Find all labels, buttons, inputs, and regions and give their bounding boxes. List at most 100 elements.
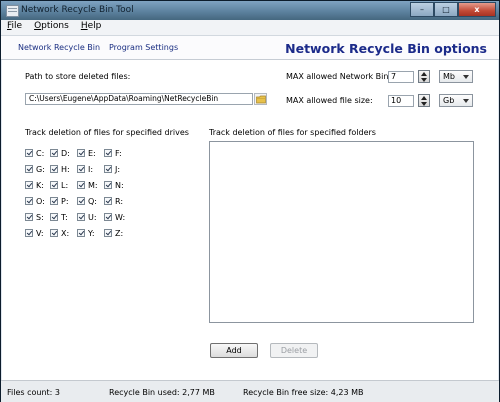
drive-label: G: <box>36 164 45 174</box>
menu-bar: File Options Help <box>1 20 499 36</box>
delete-button[interactable]: Delete <box>270 343 318 358</box>
path-input[interactable]: C:\Users\Eugene\AppData\Roaming\NetRecyc… <box>25 93 253 105</box>
checkbox-checked-icon[interactable] <box>50 213 58 221</box>
checkbox-checked-icon[interactable] <box>25 229 33 237</box>
drive-label: Y: <box>88 228 95 238</box>
drive-checkbox[interactable]: D: <box>50 148 70 158</box>
drive-checkbox[interactable]: Z: <box>104 228 123 238</box>
checkbox-checked-icon[interactable] <box>104 229 112 237</box>
drive-checkbox[interactable]: F: <box>104 148 122 158</box>
drive-checkbox[interactable]: C: <box>25 148 44 158</box>
drive-label: P: <box>61 196 69 206</box>
max-bin-size-stepper[interactable] <box>418 70 430 83</box>
path-label: Path to store deleted files: <box>25 72 131 81</box>
drive-checkbox[interactable]: K: <box>25 180 44 190</box>
drive-label: S: <box>36 212 44 222</box>
drive-checkbox[interactable]: O: <box>25 196 45 206</box>
drive-checkbox[interactable]: U: <box>77 212 97 222</box>
bin-free-status: Recycle Bin free size: 4,23 MB <box>243 388 364 397</box>
checkbox-checked-icon[interactable] <box>50 165 58 173</box>
folders-label: Track deletion of files for specified fo… <box>209 128 376 137</box>
checkbox-checked-icon[interactable] <box>50 197 58 205</box>
drive-checkbox[interactable]: J: <box>104 164 120 174</box>
max-bin-unit-select[interactable]: Mb <box>439 70 473 83</box>
drive-label: M: <box>88 180 98 190</box>
folders-list[interactable] <box>209 141 474 323</box>
drive-label: H: <box>61 164 70 174</box>
max-bin-size-input[interactable]: 7 <box>388 71 414 83</box>
drive-label: I: <box>88 164 94 174</box>
title-bar[interactable]: Network Recycle Bin Tool – □ x <box>1 1 499 20</box>
tab-network-recycle-bin[interactable]: Network Recycle Bin <box>18 43 100 52</box>
checkbox-checked-icon[interactable] <box>50 229 58 237</box>
checkbox-checked-icon[interactable] <box>77 197 85 205</box>
max-file-size-stepper[interactable] <box>418 94 430 107</box>
bin-used-status: Recycle Bin used: 2,77 MB <box>109 388 215 397</box>
drives-label: Track deletion of files for specified dr… <box>25 128 189 137</box>
drive-label: W: <box>115 212 126 222</box>
checkbox-checked-icon[interactable] <box>25 149 33 157</box>
checkbox-checked-icon[interactable] <box>50 181 58 189</box>
drive-label: T: <box>61 212 68 222</box>
drive-checkbox[interactable]: M: <box>77 180 98 190</box>
menu-file[interactable]: File <box>1 20 28 35</box>
checkbox-checked-icon[interactable] <box>104 165 112 173</box>
drive-checkbox[interactable]: I: <box>77 164 93 174</box>
drive-label: E: <box>88 148 96 158</box>
drive-label: K: <box>36 180 44 190</box>
max-file-size-label: MAX allowed file size: <box>286 96 373 105</box>
checkbox-checked-icon[interactable] <box>25 165 33 173</box>
drive-label: N: <box>115 180 124 190</box>
checkbox-checked-icon[interactable] <box>25 213 33 221</box>
maximize-button[interactable]: □ <box>434 2 458 17</box>
drive-checkbox[interactable]: Y: <box>77 228 95 238</box>
drive-checkbox[interactable]: L: <box>50 180 68 190</box>
app-window: Network Recycle Bin Tool – □ x File Opti… <box>0 0 500 402</box>
drive-checkbox[interactable]: P: <box>50 196 69 206</box>
checkbox-checked-icon[interactable] <box>104 213 112 221</box>
max-file-unit-select[interactable]: Gb <box>439 94 473 107</box>
close-button[interactable]: x <box>458 2 496 17</box>
browse-folder-button[interactable] <box>254 93 267 105</box>
checkbox-checked-icon[interactable] <box>77 213 85 221</box>
checkbox-checked-icon[interactable] <box>104 197 112 205</box>
drive-checkbox[interactable]: W: <box>104 212 125 222</box>
checkbox-checked-icon[interactable] <box>25 197 33 205</box>
menu-help[interactable]: Help <box>75 20 108 35</box>
checkbox-checked-icon[interactable] <box>25 181 33 189</box>
drive-label: Z: <box>115 228 124 238</box>
drive-checkbox[interactable]: E: <box>77 148 96 158</box>
minimize-button[interactable]: – <box>410 2 434 17</box>
drive-checkbox[interactable]: V: <box>25 228 44 238</box>
drive-label: F: <box>115 148 122 158</box>
drive-label: Q: <box>88 196 97 206</box>
checkbox-checked-icon[interactable] <box>77 165 85 173</box>
page-title: Network Recycle Bin options <box>285 41 487 56</box>
menu-options[interactable]: Options <box>28 20 75 35</box>
drive-label: X: <box>61 228 70 238</box>
drive-checkbox[interactable]: R: <box>104 196 123 206</box>
drive-label: V: <box>36 228 44 238</box>
chevron-down-icon <box>463 75 469 79</box>
tab-program-settings[interactable]: Program Settings <box>109 43 178 52</box>
drive-checkbox[interactable]: H: <box>50 164 70 174</box>
checkbox-checked-icon[interactable] <box>77 229 85 237</box>
options-panel: Path to store deleted files: C:\Users\Eu… <box>2 60 498 380</box>
add-button[interactable]: Add <box>210 343 258 358</box>
checkbox-checked-icon[interactable] <box>77 181 85 189</box>
checkbox-checked-icon[interactable] <box>104 149 112 157</box>
drive-checkbox[interactable]: T: <box>50 212 68 222</box>
checkbox-checked-icon[interactable] <box>50 149 58 157</box>
drive-checkbox[interactable]: Q: <box>77 196 97 206</box>
chevron-down-icon <box>463 99 469 103</box>
drive-label: O: <box>36 196 45 206</box>
drive-checkbox[interactable]: G: <box>25 164 45 174</box>
status-bar: Files count: 3 Recycle Bin used: 2,77 MB… <box>1 380 499 402</box>
options-header: Network Recycle Bin Program Settings Net… <box>1 36 499 60</box>
drive-checkbox[interactable]: N: <box>104 180 124 190</box>
checkbox-checked-icon[interactable] <box>77 149 85 157</box>
drive-checkbox[interactable]: S: <box>25 212 44 222</box>
drive-checkbox[interactable]: X: <box>50 228 69 238</box>
checkbox-checked-icon[interactable] <box>104 181 112 189</box>
max-file-size-input[interactable]: 10 <box>388 95 414 107</box>
